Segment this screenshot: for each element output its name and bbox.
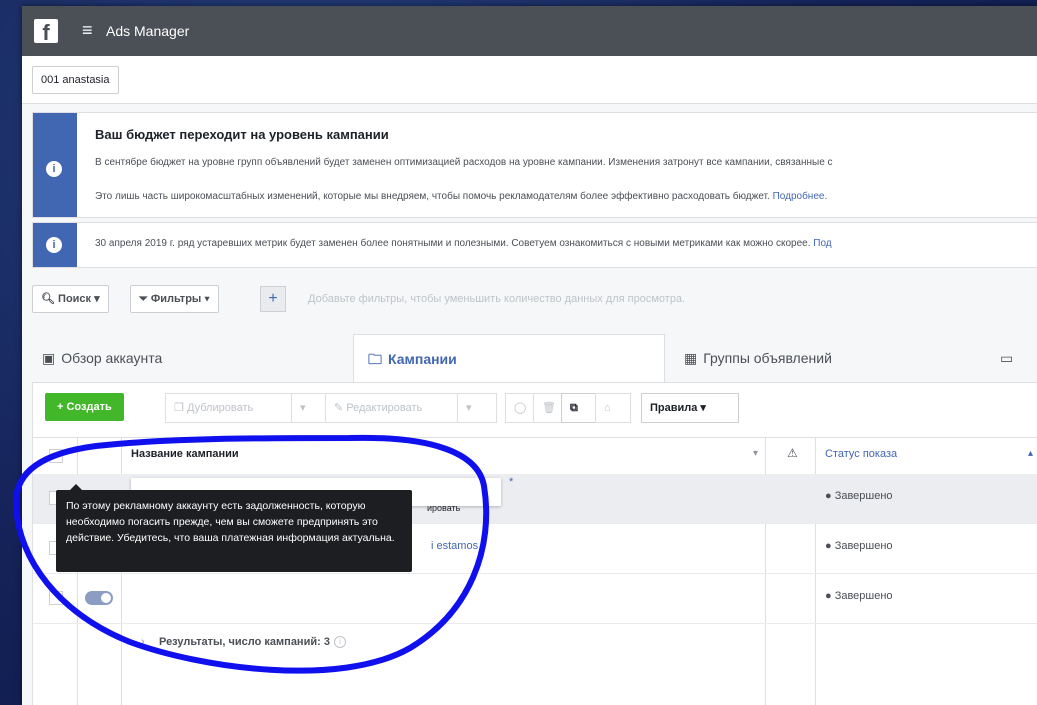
notice-text: 30 апреля 2019 г. ряд устаревших метрик … [95, 238, 832, 249]
rules-dropdown[interactable]: Правила ▾ [641, 393, 739, 423]
chevron-right-icon[interactable]: › [141, 636, 145, 648]
preview-icon[interactable]: ⧉ [561, 393, 597, 423]
select-all-checkbox[interactable] [49, 449, 63, 463]
results-summary: › Результаты, число кампаний: 3i [33, 624, 1037, 664]
table-header: Название кампании ▾ ⚠ Статус показа ▴ [33, 437, 1037, 475]
notice-text: В сентябре бюджет на уровне групп объявл… [95, 157, 833, 168]
row-checkbox[interactable] [49, 591, 63, 605]
notice-stripe: i [33, 223, 77, 267]
ad-sets-grid-icon: ▦ [684, 350, 698, 366]
tag-icon[interactable]: ⌂ [595, 393, 631, 423]
tab-bar: ▣ Обзор аккаунта 🗀 Кампании ▦ Группы объявл… [22, 334, 1037, 382]
filters-dropdown[interactable]: ⏷ Фильтры ▾ [130, 285, 219, 313]
metrics-notice: i 30 апреля 2019 г. ряд устаревших метри… [32, 222, 1037, 268]
star-icon[interactable]: * [509, 476, 513, 488]
notice-text: Это лишь часть широкомасштабных изменени… [95, 191, 828, 202]
tab-ads[interactable]: ▭ [1000, 334, 1019, 382]
delivery-status: ● Завершено [825, 590, 893, 602]
account-bar: 001 anastasia [22, 56, 1037, 104]
create-button[interactable]: + Создать [45, 393, 124, 421]
filter-icon: ⏷ [139, 293, 148, 305]
top-bar: f ≡ Ads Manager [22, 6, 1037, 56]
pencil-icon: ✎ [334, 402, 344, 414]
column-campaign-name[interactable]: Название кампании [131, 448, 239, 460]
filter-hint[interactable]: Добавьте фильтры, чтобы уменьшить количе… [308, 293, 685, 305]
campaigns-folder-icon: 🗀 [368, 351, 382, 367]
learn-more-link[interactable]: Подробнее. [773, 191, 828, 202]
info-icon[interactable]: i [333, 636, 346, 649]
facebook-logo-icon[interactable]: f [34, 19, 58, 45]
results-count: Результаты, число кампаний: 3i [159, 636, 346, 649]
search-dropdown[interactable]: 🔍︎ Поиск ▾ [32, 285, 109, 313]
hamburger-icon[interactable]: ≡ [82, 20, 93, 41]
filter-bar: 🔍︎ Поиск ▾ ⏷ Фильтры ▾ + Добавьте фильтр… [22, 281, 1037, 317]
tab-campaigns[interactable]: 🗀 Кампании [353, 334, 665, 382]
duplicate-icon: ❐ [174, 402, 184, 414]
learn-more-link[interactable]: Под [813, 238, 831, 249]
column-delivery-status[interactable]: Статус показа [825, 448, 897, 460]
budget-notice: i Ваш бюджет переходит на уровень кампан… [32, 112, 1037, 218]
delivery-status: ● Завершено [825, 490, 893, 502]
notice-stripe: i [33, 113, 77, 217]
campaign-name-link[interactable]: i estamos [431, 540, 478, 552]
row-duplicate-action[interactable]: ировать [427, 503, 460, 513]
notice-title: Ваш бюджет переходит на уровень кампании [95, 127, 389, 142]
edit-button[interactable]: ✎ Редактировать [325, 393, 473, 423]
tab-account-overview[interactable]: ▣ Обзор аккаунта [42, 334, 162, 382]
account-overview-icon: ▣ [42, 350, 56, 366]
sort-icon[interactable]: ▾ [753, 448, 758, 459]
ads-icon: ▭ [1000, 350, 1014, 366]
sort-icon[interactable]: ▴ [1028, 448, 1033, 459]
search-icon: 🔍︎ [41, 293, 55, 305]
ads-manager-screenshot: f ≡ Ads Manager 001 anastasia i Ваш бюдж… [22, 6, 1037, 705]
add-filter-button[interactable]: + [260, 286, 286, 312]
info-icon: i [46, 161, 62, 177]
table-row[interactable]: ● Завершено [33, 574, 1037, 624]
edit-dropdown[interactable]: ▾ [457, 393, 497, 423]
duplicate-button[interactable]: ❐ Дублировать [165, 393, 307, 423]
campaign-toolbar: + Создать ❐ Дублировать ▾ ✎ Редактироват… [33, 393, 1037, 425]
warning-icon: ⚠ [787, 446, 798, 460]
delivery-status: ● Завершено [825, 540, 893, 552]
debt-tooltip: По этому рекламному аккаунту есть задолж… [56, 484, 412, 572]
info-icon: i [46, 237, 62, 253]
tab-ad-sets[interactable]: ▦ Группы объявлений [684, 334, 832, 382]
account-selector[interactable]: 001 anastasia [32, 66, 119, 94]
campaign-toggle[interactable] [85, 591, 113, 605]
app-title[interactable]: Ads Manager [106, 23, 189, 39]
